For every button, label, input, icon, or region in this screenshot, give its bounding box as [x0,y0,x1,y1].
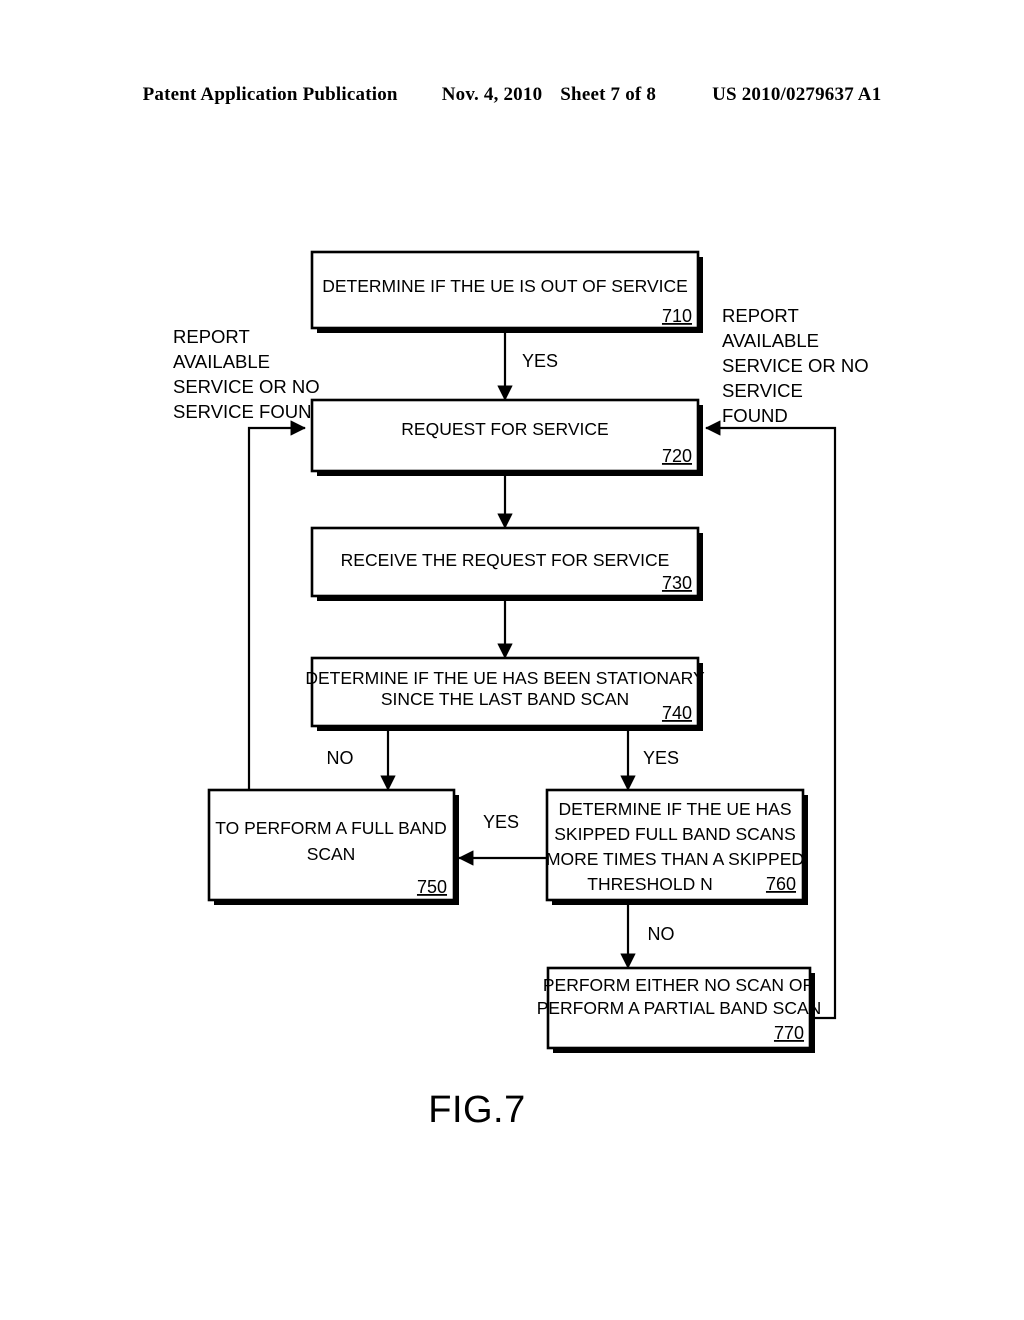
flow-node-750-line-0: TO PERFORM A FULL BAND [215,818,446,838]
flow-node-770[interactable]: PERFORM EITHER NO SCAN OR PERFORM A PART… [537,966,822,1053]
edge-label-yes-740-760: YES [643,748,679,768]
flow-node-740-line-1: SINCE THE LAST BAND SCAN [381,689,629,709]
flow-node-720-ref: 720 [662,446,692,466]
flow-node-710[interactable]: DETERMINE IF THE UE IS OUT OF SERVICE 71… [310,250,703,333]
annotation-right-note-line-1: AVAILABLE [722,330,819,351]
flow-node-760-ref: 760 [766,874,796,894]
flow-node-760-line-0: DETERMINE IF THE UE HAS [558,799,791,819]
flow-node-710-ref: 710 [662,306,692,326]
annotation-left-note-line-1: AVAILABLE [173,351,270,372]
flow-node-730-ref: 730 [662,573,692,593]
annotation-left-note-line-0: REPORT [173,326,250,347]
feedback-loop-770-to-720 [705,420,837,1020]
edge-label-yes-710-720: YES [522,351,558,371]
flowchart-figure: DETERMINE IF THE UE IS OUT OF SERVICE 71… [0,0,1024,1320]
flow-node-760-line-2: MORE TIMES THAN A SKIPPED [546,849,804,869]
flow-node-750-ref: 750 [417,877,447,897]
flow-node-740-line-0: DETERMINE IF THE UE HAS BEEN STATIONARY [305,668,705,688]
annotation-right-note-line-0: REPORT [722,305,799,326]
edge-label-no-740-750: NO [327,748,354,768]
flow-node-710-line-0: DETERMINE IF THE UE IS OUT OF SERVICE [322,276,688,296]
figure-caption: FIG.7 [428,1089,526,1131]
annotation-right-note-line-2: SERVICE OR NO [722,355,869,376]
flow-node-760[interactable]: DETERMINE IF THE UE HAS SKIPPED FULL BAN… [545,788,808,905]
edge-label-yes-760-750: YES [483,812,519,832]
feedback-loop-750-to-720 [247,420,306,790]
flow-node-760-line-1: SKIPPED FULL BAND SCANS [554,824,796,844]
annotation-right-note: REPORT AVAILABLE SERVICE OR NO SERVICE F… [722,305,869,426]
flow-node-720-line-0: REQUEST FOR SERVICE [401,419,608,439]
flow-node-740-ref: 740 [662,703,692,723]
flow-node-770-line-0: PERFORM EITHER NO SCAN OR [543,975,815,995]
flow-node-750[interactable]: TO PERFORM A FULL BAND SCAN 750 [207,788,459,905]
flow-node-730[interactable]: RECEIVE THE REQUEST FOR SERVICE 730 [310,526,703,601]
flow-node-770-line-1: PERFORM A PARTIAL BAND SCAN [537,998,822,1018]
flow-node-760-line-3: THRESHOLD N [587,874,712,894]
annotation-left-note-line-3: SERVICE FOUND [173,401,325,422]
annotation-right-note-line-4: FOUND [722,405,788,426]
flow-node-750-line-1: SCAN [307,844,356,864]
flow-node-730-line-0: RECEIVE THE REQUEST FOR SERVICE [341,550,670,570]
flow-node-720[interactable]: REQUEST FOR SERVICE 720 [310,398,703,476]
flow-node-770-ref: 770 [774,1023,804,1043]
annotation-left-note-line-2: SERVICE OR NO [173,376,320,397]
flow-node-740[interactable]: DETERMINE IF THE UE HAS BEEN STATIONARY … [305,656,705,731]
annotation-right-note-line-3: SERVICE [722,380,803,401]
edge-label-no-760-770: NO [648,924,675,944]
annotation-left-note: REPORT AVAILABLE SERVICE OR NO SERVICE F… [173,326,325,422]
